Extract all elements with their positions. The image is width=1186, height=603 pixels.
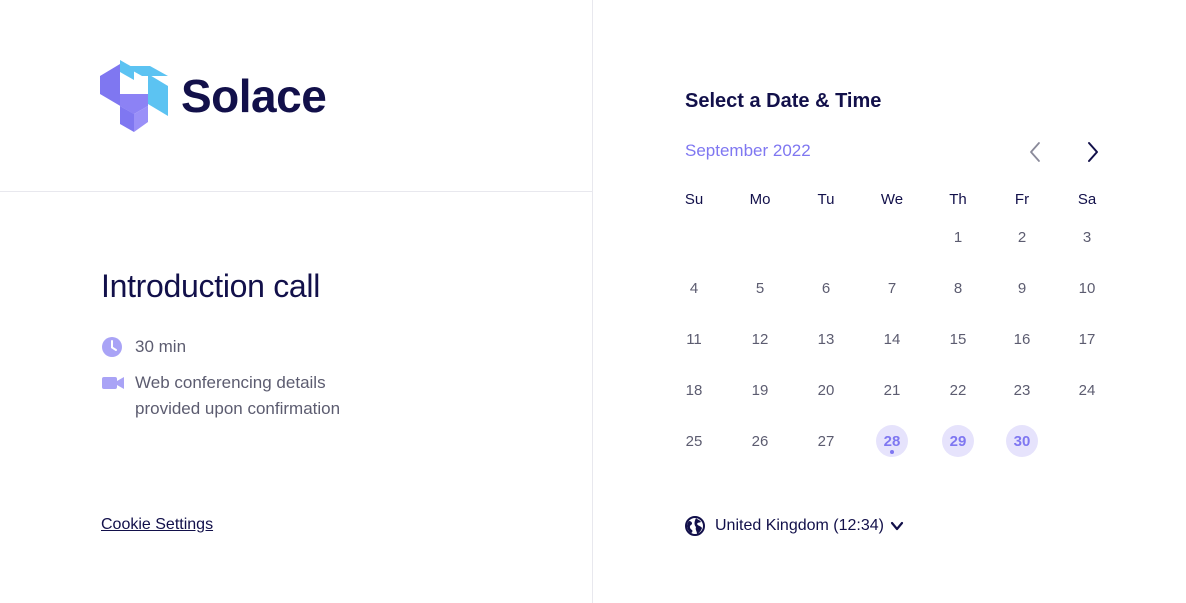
day-12: 12 — [751, 330, 769, 348]
chevron-right-icon — [1088, 142, 1098, 162]
day-27: 27 — [817, 432, 835, 450]
weekday-we: We — [880, 191, 904, 208]
conferencing-row: Web conferencing details provided upon c… — [101, 370, 375, 422]
globe-icon — [685, 516, 705, 536]
day-22: 22 — [949, 381, 967, 399]
day-11: 11 — [686, 330, 702, 348]
day-2: 2 — [1017, 228, 1027, 246]
calendar-panel: Select a Date & Time September 2022 Su Mo… — [594, 0, 1186, 603]
day-28[interactable]: 28 — [876, 425, 908, 457]
day-10: 10 — [1078, 279, 1096, 297]
day-5: 5 — [755, 279, 765, 297]
duration-text: 30 min — [135, 337, 187, 356]
day-14: 14 — [883, 330, 901, 348]
weekday-sa: Sa — [1077, 191, 1097, 208]
event-details-panel: Solace Introduction call 30 min Web conf… — [0, 0, 593, 603]
brand-header: Solace — [0, 0, 593, 192]
duration-row: 30 min — [101, 334, 186, 360]
chevron-left-icon — [1030, 142, 1040, 162]
conferencing-text: Web conferencing details provided upon c… — [135, 373, 341, 418]
logo-mark-icon — [100, 60, 168, 132]
day-21: 21 — [883, 381, 901, 399]
today-indicator — [890, 450, 894, 454]
timezone-selector[interactable]: United Kingdom (12:34) — [685, 516, 904, 536]
cookie-settings-link[interactable]: Cookie Settings — [101, 516, 213, 534]
brand-name: Solace — [181, 70, 327, 122]
day-13: 13 — [817, 330, 835, 348]
day-3: 3 — [1082, 228, 1092, 246]
day-8: 8 — [953, 279, 963, 297]
month-label: September 2022 — [685, 141, 811, 160]
day-1: 1 — [953, 228, 963, 246]
day-6: 6 — [821, 279, 831, 297]
weekday-th: Th — [949, 191, 967, 208]
calendar-title: Select a Date & Time — [685, 90, 882, 112]
weekday-tu: Tu — [817, 191, 835, 208]
day-24: 24 — [1078, 381, 1096, 399]
day-20: 20 — [817, 381, 835, 399]
weekday-mo: Mo — [749, 191, 771, 208]
day-7: 7 — [887, 279, 897, 297]
day-25: 25 — [685, 432, 703, 450]
next-month-button[interactable] — [1079, 138, 1107, 166]
day-16: 16 — [1013, 330, 1031, 348]
day-29[interactable]: 29 — [942, 425, 974, 457]
day-23: 23 — [1013, 381, 1031, 399]
chevron-down-icon — [890, 521, 904, 531]
weekday-fr: Fr — [1014, 191, 1030, 208]
day-4: 4 — [689, 279, 699, 297]
day-30[interactable]: 30 — [1006, 425, 1038, 457]
previous-month-button[interactable] — [1021, 138, 1049, 166]
day-15: 15 — [949, 330, 967, 348]
day-9: 9 — [1017, 279, 1027, 297]
logo: Solace — [100, 60, 327, 132]
day-18: 18 — [685, 381, 703, 399]
timezone-label: United Kingdom (12:34) — [715, 517, 884, 534]
event-title: Introduction call — [101, 268, 321, 304]
day-17: 17 — [1078, 330, 1096, 348]
weekday-su: Su — [684, 191, 704, 208]
clock-icon — [101, 334, 125, 360]
video-camera-icon — [101, 370, 125, 396]
day-26: 26 — [751, 432, 769, 450]
day-19: 19 — [751, 381, 769, 399]
